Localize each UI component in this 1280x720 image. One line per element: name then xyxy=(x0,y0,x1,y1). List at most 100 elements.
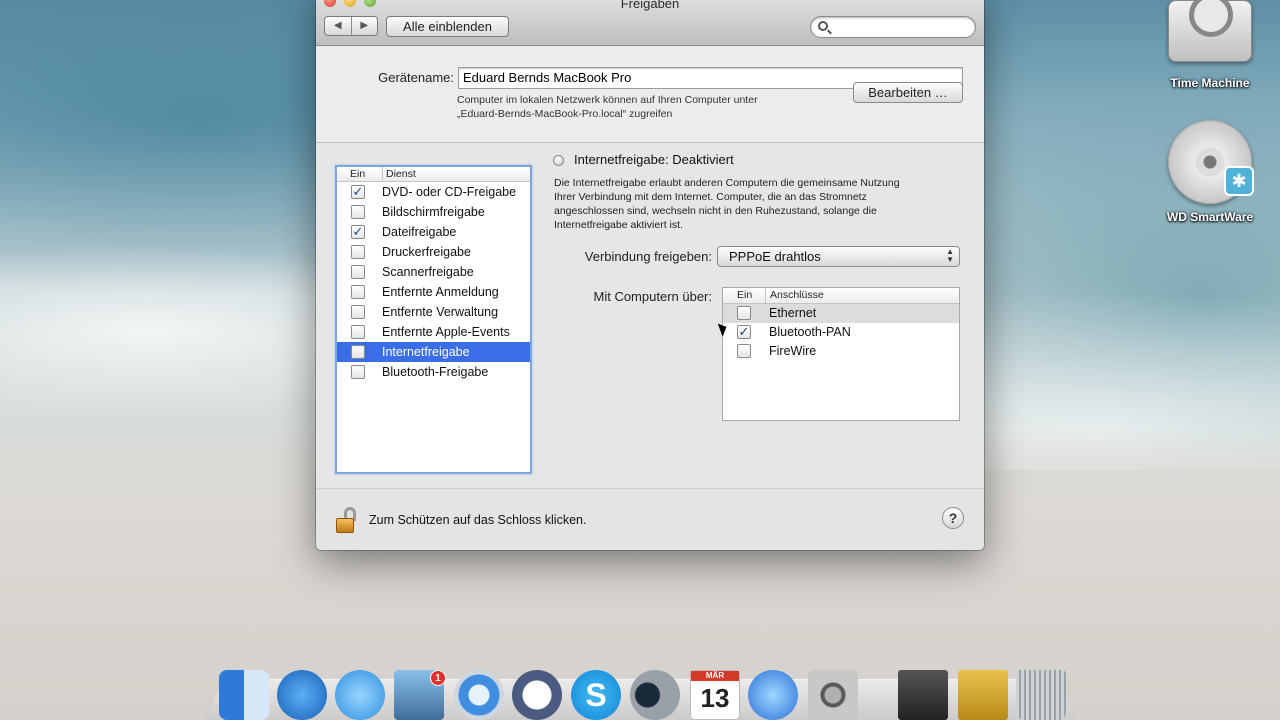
port-checkbox[interactable] xyxy=(737,306,751,320)
port-row[interactable]: FireWire xyxy=(723,342,959,361)
port-label: FireWire xyxy=(769,344,817,358)
column-header-service[interactable]: Dienst xyxy=(382,167,416,181)
service-checkbox[interactable] xyxy=(351,345,365,359)
service-checkbox[interactable] xyxy=(351,285,365,299)
search-icon xyxy=(818,21,828,31)
service-label: Scannerfreigabe xyxy=(382,265,474,279)
share-connection-label: Verbindung freigeben: xyxy=(584,249,712,264)
app-store-icon[interactable] xyxy=(277,670,327,720)
service-row[interactable]: Entfernte Anmeldung xyxy=(337,282,530,302)
port-label: Bluetooth-PAN xyxy=(769,325,851,339)
lock-bar: Zum Schützen auf das Schloss klicken. ? xyxy=(316,488,984,550)
description-line: angeschlossen sind, wechseln nicht in de… xyxy=(554,205,877,217)
service-checkbox[interactable] xyxy=(351,205,365,219)
share-connection-value: PPPoE drahtlos xyxy=(729,249,821,264)
calendar-icon[interactable]: MÄR 13 xyxy=(690,670,740,720)
to-computers-using-label: Mit Computern über: xyxy=(593,289,713,304)
column-header-on[interactable]: Ein xyxy=(350,167,365,181)
lock-icon[interactable] xyxy=(336,507,358,533)
service-row[interactable]: Scannerfreigabe xyxy=(337,262,530,282)
mail-badge: 1 xyxy=(430,670,446,686)
port-row[interactable]: ✓ Bluetooth-PAN xyxy=(723,323,959,342)
service-row[interactable]: Entfernte Verwaltung xyxy=(337,302,530,322)
service-label: Dateifreigabe xyxy=(382,225,457,239)
port-checkbox[interactable]: ✓ xyxy=(737,325,751,339)
service-checkbox[interactable] xyxy=(351,365,365,379)
device-info-line: „Eduard-Bernds-MacBook-Pro.local“ zugrei… xyxy=(457,108,673,120)
service-row[interactable]: Bluetooth-Freigabe xyxy=(337,362,530,382)
service-checkbox[interactable] xyxy=(351,245,365,259)
safari-icon[interactable] xyxy=(454,670,504,720)
share-connection-popup[interactable]: PPPoE drahtlos ▲ ▼ xyxy=(717,246,960,267)
calendar-month: MÄR xyxy=(691,671,739,681)
service-row[interactable]: Entfernte Apple-Events xyxy=(337,322,530,342)
service-row[interactable]: ✓ Dateifreigabe xyxy=(337,222,530,242)
edit-button[interactable]: Bearbeiten … xyxy=(853,82,963,103)
service-label: Bildschirmfreigabe xyxy=(382,205,485,219)
window-titlebar: Freigaben ◀ ▶ Alle einblenden xyxy=(316,0,984,46)
ports-list: Ein Anschlüsse Ethernet ✓ Bluetooth-PAN F… xyxy=(722,287,960,421)
service-label: Druckerfreigabe xyxy=(382,245,471,259)
disc-icon: ✱ xyxy=(1168,120,1254,204)
desktop-icon-label: Time Machine xyxy=(1170,76,1250,90)
updown-arrows-icon: ▲ ▼ xyxy=(946,247,954,264)
messages-icon[interactable] xyxy=(335,670,385,720)
service-label: Entfernte Apple-Events xyxy=(382,325,510,339)
device-address-info: Computer im lokalen Netzwerk können auf … xyxy=(457,93,837,121)
help-button[interactable]: ? xyxy=(942,507,964,529)
documents-stack-icon[interactable] xyxy=(958,670,1008,720)
service-checkbox[interactable] xyxy=(351,265,365,279)
service-checkbox[interactable] xyxy=(351,305,365,319)
search-field[interactable] xyxy=(810,16,976,38)
service-checkbox[interactable]: ✓ xyxy=(351,225,365,239)
device-name-label: Gerätename: xyxy=(378,70,454,85)
service-label: Bluetooth-Freigabe xyxy=(382,365,489,379)
system-preferences-icon[interactable] xyxy=(808,670,858,720)
description-line: Die Internetfreigabe erlaubt anderen Com… xyxy=(554,177,900,189)
downloads-stack-icon[interactable] xyxy=(898,670,948,720)
service-row[interactable]: ✓ DVD- oder CD-Freigabe xyxy=(337,182,530,202)
calendar-day: 13 xyxy=(700,683,730,713)
trash-icon[interactable] xyxy=(1016,670,1066,720)
skype-icon[interactable]: S xyxy=(571,670,621,720)
port-label: Ethernet xyxy=(769,306,817,320)
lock-hint-text: Zum Schützen auf das Schloss klicken. xyxy=(369,513,587,527)
itunes-icon[interactable] xyxy=(748,670,798,720)
back-forward-control: ◀ ▶ xyxy=(324,16,378,36)
device-info-line: Computer im lokalen Netzwerk können auf … xyxy=(457,94,758,106)
service-list-header: Ein Dienst xyxy=(337,167,530,182)
port-checkbox[interactable] xyxy=(737,344,751,358)
service-label: DVD- oder CD-Freigabe xyxy=(382,185,517,199)
column-header-ports[interactable]: Anschlüsse xyxy=(765,288,824,303)
service-label: Entfernte Verwaltung xyxy=(382,305,499,319)
status-indicator-icon xyxy=(553,155,564,166)
time-machine-drive-icon xyxy=(1168,0,1252,62)
show-all-button[interactable]: Alle einblenden xyxy=(386,16,509,37)
back-button[interactable]: ◀ xyxy=(325,17,352,35)
sharing-main-area: Ein Dienst ✓ DVD- oder CD-Freigabe Bildsc… xyxy=(316,144,984,488)
service-row-selected[interactable]: Internetfreigabe xyxy=(337,342,530,362)
service-status-title: Internetfreigabe: Deaktiviert xyxy=(574,152,734,167)
finder-icon[interactable] xyxy=(219,670,269,720)
service-checkbox[interactable] xyxy=(351,325,365,339)
sharing-preferences-window: Freigaben ◀ ▶ Alle einblenden Gerätename… xyxy=(316,0,984,550)
desktop-icon-time-machine[interactable]: Time Machine xyxy=(1155,0,1265,90)
window-title: Freigaben xyxy=(620,0,680,11)
facetime-icon[interactable] xyxy=(630,670,680,720)
description-line: Ihrer Verbindung mit dem Internet. Compu… xyxy=(554,191,867,203)
forward-button[interactable]: ▶ xyxy=(352,17,378,35)
desktop-icon-wd-smartware[interactable]: ✱ WD SmartWare xyxy=(1155,120,1265,224)
desktop-icon-label: WD SmartWare xyxy=(1166,210,1254,224)
service-label: Internetfreigabe xyxy=(382,345,470,359)
service-row[interactable]: Druckerfreigabe xyxy=(337,242,530,262)
service-label: Entfernte Anmeldung xyxy=(382,285,499,299)
column-header-on[interactable]: Ein xyxy=(737,288,752,303)
description-line: Internetfreigabe aktiviert ist. xyxy=(554,219,683,231)
service-row[interactable]: Bildschirmfreigabe xyxy=(337,202,530,222)
service-list: Ein Dienst ✓ DVD- oder CD-Freigabe Bildsc… xyxy=(335,165,532,474)
contacts-icon[interactable] xyxy=(512,670,562,720)
ports-list-header: Ein Anschlüsse xyxy=(723,288,959,304)
service-description: Die Internetfreigabe erlaubt anderen Com… xyxy=(554,176,954,232)
port-row[interactable]: Ethernet xyxy=(723,304,959,323)
service-checkbox[interactable]: ✓ xyxy=(351,185,365,199)
